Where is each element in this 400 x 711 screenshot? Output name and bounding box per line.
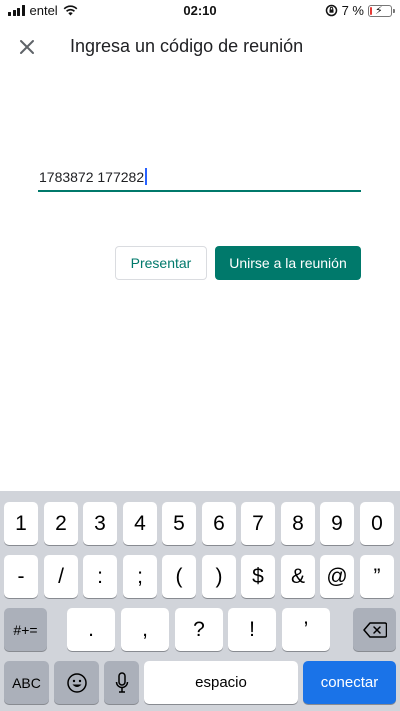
key-semicolon[interactable]: ;: [123, 555, 157, 598]
key-6[interactable]: 6: [202, 502, 236, 545]
key-at[interactable]: @: [320, 555, 354, 598]
battery-percent: 7 %: [341, 3, 364, 18]
text-caret: [145, 168, 148, 185]
key-2[interactable]: 2: [44, 502, 78, 545]
key-3[interactable]: 3: [83, 502, 117, 545]
key-comma[interactable]: ,: [121, 608, 169, 651]
microphone-key[interactable]: [104, 661, 139, 704]
backspace-icon: [362, 621, 387, 638]
abc-key[interactable]: ABC: [4, 661, 49, 704]
close-icon: [20, 40, 34, 54]
key-8[interactable]: 8: [281, 502, 315, 545]
emoji-key[interactable]: [54, 661, 99, 704]
key-colon[interactable]: :: [83, 555, 117, 598]
rotation-lock-icon: [325, 4, 337, 17]
microphone-icon: [115, 671, 128, 693]
meeting-code-input[interactable]: 1783872 177282: [38, 164, 361, 192]
key-4[interactable]: 4: [123, 502, 157, 545]
key-close-paren[interactable]: ): [202, 555, 236, 598]
key-dollar[interactable]: $: [241, 555, 275, 598]
key-exclamation[interactable]: !: [228, 608, 276, 651]
symbols-key[interactable]: #+=: [4, 608, 47, 651]
key-period[interactable]: .: [67, 608, 115, 651]
meeting-code-value[interactable]: 1783872 177282: [39, 168, 148, 185]
battery-fill: [370, 6, 372, 15]
key-open-paren[interactable]: (: [162, 555, 196, 598]
key-0[interactable]: 0: [360, 502, 394, 545]
emoji-icon: [66, 672, 87, 693]
key-apostrophe[interactable]: ’: [282, 608, 330, 651]
key-question[interactable]: ?: [175, 608, 223, 651]
battery-icon: ⚡: [368, 4, 395, 17]
present-button[interactable]: Presentar: [115, 246, 207, 280]
key-ampersand[interactable]: &: [281, 555, 315, 598]
key-1[interactable]: 1: [4, 502, 38, 545]
close-button[interactable]: [12, 32, 42, 62]
key-slash[interactable]: /: [44, 555, 78, 598]
charging-bolt-icon: ⚡: [375, 4, 383, 17]
return-key[interactable]: conectar: [303, 661, 396, 704]
key-9[interactable]: 9: [320, 502, 354, 545]
page-title: Ingresa un código de reunión: [70, 36, 304, 56]
backspace-key[interactable]: [353, 608, 396, 651]
status-right: 7 % ⚡: [325, 3, 395, 18]
key-5[interactable]: 5: [162, 502, 196, 545]
key-hyphen[interactable]: -: [4, 555, 38, 598]
join-meeting-button[interactable]: Unirse a la reunión: [215, 246, 361, 280]
meeting-code-text: 1783872 177282: [39, 169, 145, 185]
space-key[interactable]: espacio: [144, 661, 298, 704]
status-bar: entel 02:10 7 % ⚡: [0, 0, 400, 22]
keyboard: 1 2 3 4 5 6 7 8 9 0 - / : ; ( ) $ & @ ” …: [0, 491, 400, 711]
key-7[interactable]: 7: [241, 502, 275, 545]
key-quote[interactable]: ”: [360, 555, 394, 598]
